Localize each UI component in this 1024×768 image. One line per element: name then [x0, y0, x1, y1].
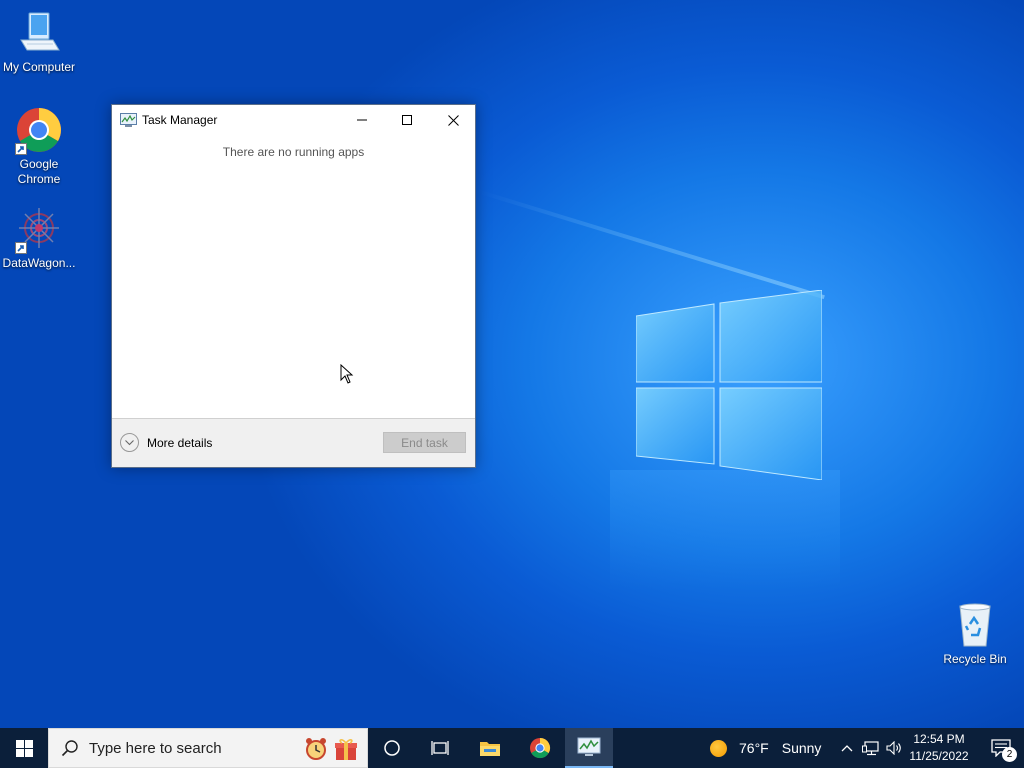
more-details-label: More details — [147, 435, 213, 450]
chrome-icon — [15, 107, 63, 155]
cortana-icon — [384, 740, 400, 756]
show-hidden-icons-button[interactable] — [838, 728, 856, 768]
task-manager-taskbar-button[interactable] — [565, 728, 613, 768]
start-button[interactable] — [0, 728, 48, 768]
task-view-button[interactable] — [416, 728, 464, 768]
task-manager-icon — [577, 737, 601, 756]
minimize-button[interactable] — [339, 105, 385, 135]
network-button[interactable] — [860, 728, 882, 768]
minimize-icon — [357, 119, 367, 121]
desktop-icon-recycle-bin[interactable]: Recycle Bin — [936, 602, 1014, 667]
search-icon — [61, 740, 78, 757]
maximize-button[interactable] — [384, 105, 430, 135]
desktop-icon-datawagon[interactable]: DataWagon... — [1, 206, 77, 271]
desktop-icon-google-chrome[interactable]: Google Chrome — [1, 107, 77, 187]
alarm-clock-icon — [306, 738, 326, 760]
title-bar[interactable]: Task Manager — [112, 105, 475, 135]
chevron-down-icon — [120, 433, 139, 452]
taskbar-search-box[interactable]: Type here to search — [48, 728, 368, 768]
desktop-icon-my-computer[interactable]: My Computer — [1, 10, 77, 75]
chrome-icon — [530, 737, 551, 759]
sun-icon — [710, 739, 727, 757]
notification-count-badge: 2 — [1002, 747, 1017, 762]
task-manager-icon — [120, 113, 137, 127]
action-center-button[interactable]: 2 — [978, 728, 1024, 768]
close-icon — [447, 114, 459, 126]
no-apps-message: There are no running apps — [222, 145, 365, 159]
task-manager-footer: More details End task — [112, 418, 475, 467]
clock-time: 12:54 PM — [913, 732, 965, 746]
task-view-icon — [431, 741, 449, 755]
weather-temperature: 76°F — [739, 740, 769, 756]
computer-icon — [15, 10, 63, 58]
wallpaper-glow — [610, 470, 840, 590]
maximize-icon — [402, 115, 412, 125]
volume-button[interactable] — [884, 728, 904, 768]
windows-start-icon — [15, 739, 33, 757]
windows-wallpaper-logo — [636, 290, 822, 480]
chrome-taskbar-button[interactable] — [516, 728, 564, 768]
desktop-icon-label: My Computer — [2, 60, 76, 74]
wallpaper-light-ray — [479, 190, 825, 300]
desktop-icon-label: Google Chrome — [17, 157, 61, 186]
search-highlights[interactable] — [303, 736, 359, 762]
recycle-bin-icon — [951, 602, 999, 650]
mouse-cursor-icon — [340, 364, 354, 384]
clock-date: 11/25/2022 — [909, 749, 969, 763]
chevron-up-icon — [841, 745, 853, 752]
close-button[interactable] — [430, 105, 476, 135]
desktop-icon-label: DataWagon... — [2, 256, 76, 270]
taskbar-clock[interactable]: 12:54 PM 11/25/2022 — [906, 731, 972, 765]
more-details-button[interactable]: More details — [120, 433, 212, 452]
taskbar: Type here to search 76°F Sunny 12:54 PM … — [0, 728, 1024, 768]
file-explorer-icon — [480, 742, 500, 756]
gift-icon — [335, 739, 357, 760]
task-manager-window: Task Manager There are no running apps M… — [111, 104, 476, 468]
speaker-icon — [886, 741, 901, 755]
cortana-button[interactable] — [368, 728, 416, 768]
window-title: Task Manager — [142, 113, 218, 127]
shortcut-arrow-icon — [15, 143, 27, 155]
shortcut-arrow-icon — [15, 242, 27, 254]
file-explorer-button[interactable] — [466, 728, 514, 768]
weather-condition: Sunny — [781, 740, 822, 756]
end-task-button[interactable]: End task — [383, 432, 466, 453]
datawagon-icon — [15, 206, 63, 254]
weather-widget[interactable]: 76°F Sunny — [710, 728, 821, 768]
search-placeholder: Type here to search — [89, 739, 222, 757]
desktop-icon-label: Recycle Bin — [943, 652, 1007, 666]
network-icon — [862, 740, 879, 755]
